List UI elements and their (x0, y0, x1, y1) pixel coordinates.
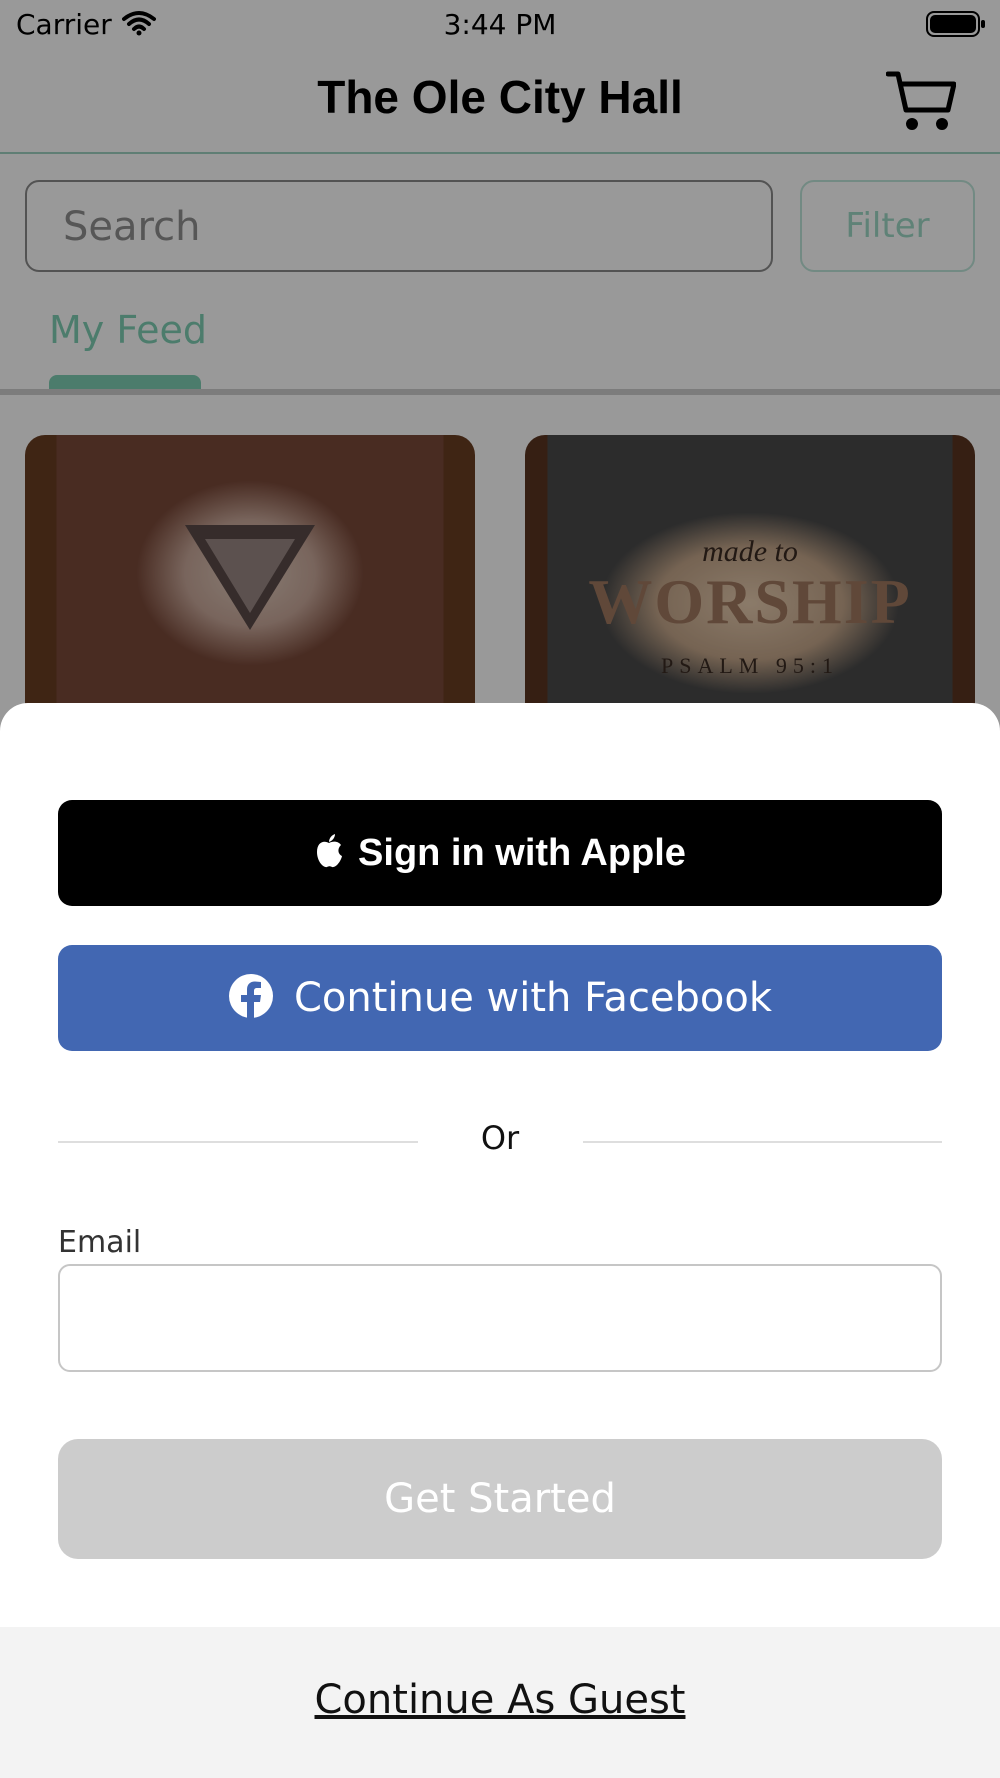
continue-as-guest-link[interactable]: Continue As Guest (0, 1677, 1000, 1723)
get-started-button[interactable]: Get Started (58, 1439, 942, 1559)
divider-line-right (583, 1141, 942, 1143)
guest-footer: Continue As Guest (0, 1627, 1000, 1778)
sign-in-with-apple-button[interactable]: Sign in with Apple (58, 800, 942, 906)
login-sheet: Sign in with Apple Continue with Faceboo… (0, 703, 1000, 1778)
apple-icon (314, 833, 344, 873)
apple-button-label: Sign in with Apple (358, 831, 686, 874)
email-label: Email (58, 1225, 142, 1260)
facebook-button-label: Continue with Facebook (293, 975, 773, 1021)
continue-with-facebook-button[interactable]: Continue with Facebook (58, 945, 942, 1051)
or-divider-text: Or (480, 1119, 520, 1157)
facebook-icon (228, 973, 274, 1023)
email-field[interactable] (58, 1264, 942, 1372)
